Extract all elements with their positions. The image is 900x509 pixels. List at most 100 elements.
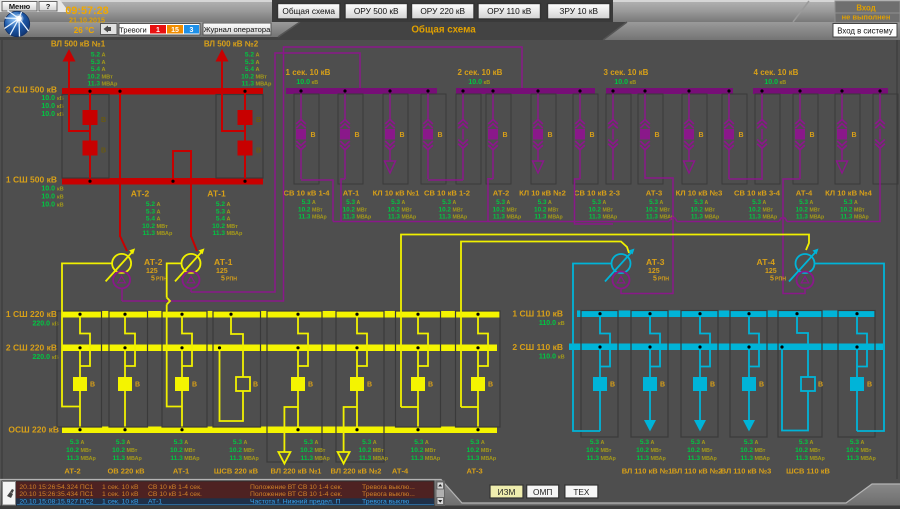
svg-text:10.2: 10.2 bbox=[300, 447, 313, 454]
svg-text:Вход: Вход bbox=[856, 4, 875, 13]
svg-text:ОСШ 220 кВ: ОСШ 220 кВ bbox=[8, 425, 59, 435]
svg-text:11.3: 11.3 bbox=[411, 455, 424, 462]
svg-text:МВАр: МВАр bbox=[102, 82, 118, 88]
svg-text:В: В bbox=[101, 148, 106, 155]
svg-text:МВт: МВт bbox=[861, 448, 872, 454]
svg-text:125: 125 bbox=[216, 268, 228, 275]
svg-text:21.10.2015: 21.10.2015 bbox=[69, 15, 105, 24]
svg-text:В: В bbox=[739, 132, 744, 139]
svg-text:кВ: кВ bbox=[484, 80, 491, 86]
svg-text:ТЕХ: ТЕХ bbox=[573, 487, 590, 497]
svg-text:В: В bbox=[367, 382, 372, 389]
svg-text:5.3: 5.3 bbox=[442, 199, 451, 206]
svg-text:5.3: 5.3 bbox=[146, 208, 155, 215]
svg-text:МВАр: МВАр bbox=[256, 82, 272, 88]
svg-text:2 сек. 10 кВ: 2 сек. 10 кВ bbox=[458, 68, 503, 77]
svg-text:10.0: 10.0 bbox=[41, 202, 55, 209]
svg-text:МВт: МВт bbox=[373, 448, 384, 454]
svg-text:В: В bbox=[428, 382, 433, 389]
svg-text:АТ-3: АТ-3 bbox=[466, 467, 482, 476]
svg-text:11.3: 11.3 bbox=[67, 455, 80, 462]
svg-text:А: А bbox=[651, 440, 655, 446]
svg-text:В: В bbox=[867, 382, 872, 389]
svg-text:5.2: 5.2 bbox=[216, 201, 225, 208]
svg-text:не выполнен: не выполнен bbox=[842, 13, 891, 22]
svg-text:МВт: МВт bbox=[312, 207, 323, 213]
svg-text:МВт: МВт bbox=[184, 448, 195, 454]
svg-text:125: 125 bbox=[648, 268, 660, 275]
svg-text:2 СШ 500 кВ: 2 СШ 500 кВ bbox=[6, 85, 57, 95]
svg-text:ОРУ 220 кВ: ОРУ 220 кВ bbox=[420, 6, 465, 16]
svg-text:А: А bbox=[603, 200, 607, 206]
svg-text:А: А bbox=[102, 60, 106, 66]
svg-text:20.10 15:26:54.324 ПС1: 20.10 15:26:54.324 ПС1 bbox=[19, 484, 93, 491]
svg-text:11.3: 11.3 bbox=[589, 214, 602, 221]
svg-text:5.3: 5.3 bbox=[691, 439, 700, 446]
svg-text:МВАр: МВАр bbox=[810, 456, 826, 462]
svg-text:А: А bbox=[601, 440, 605, 446]
svg-text:А: А bbox=[315, 440, 319, 446]
svg-text:2 СШ 220 кВ: 2 СШ 220 кВ bbox=[6, 343, 57, 353]
svg-text:11.3: 11.3 bbox=[741, 455, 754, 462]
svg-text:125: 125 bbox=[146, 268, 158, 275]
svg-text:11.3: 11.3 bbox=[587, 455, 600, 462]
svg-text:11.3: 11.3 bbox=[796, 455, 809, 462]
svg-text:кВ: кВ bbox=[57, 187, 64, 193]
svg-text:МВАр: МВАр bbox=[854, 215, 869, 221]
svg-text:10.2: 10.2 bbox=[241, 73, 254, 80]
svg-text:3 сек. 10 кВ: 3 сек. 10 кВ bbox=[604, 68, 649, 77]
svg-text:МВт: МВт bbox=[810, 448, 821, 454]
svg-text:10.2: 10.2 bbox=[298, 206, 311, 213]
svg-text:кВ: кВ bbox=[52, 355, 59, 361]
svg-text:5.3: 5.3 bbox=[538, 199, 547, 206]
svg-text:АТ-3: АТ-3 bbox=[646, 257, 665, 267]
svg-text:5.3: 5.3 bbox=[744, 439, 753, 446]
svg-text:5.2: 5.2 bbox=[245, 52, 254, 59]
svg-text:В: В bbox=[488, 382, 493, 389]
svg-text:МВт: МВт bbox=[603, 207, 614, 213]
svg-text:В: В bbox=[610, 382, 615, 389]
svg-text:АТ-1: АТ-1 bbox=[173, 467, 189, 476]
svg-text:А: А bbox=[157, 209, 161, 215]
svg-text:10.2: 10.2 bbox=[846, 447, 859, 454]
svg-text:кВ: кВ bbox=[57, 112, 64, 118]
svg-text:10.2: 10.2 bbox=[212, 223, 225, 230]
svg-text:А: А bbox=[702, 440, 706, 446]
svg-text:11.3: 11.3 bbox=[840, 214, 853, 221]
svg-text:А: А bbox=[755, 440, 759, 446]
svg-text:А: А bbox=[861, 440, 865, 446]
svg-text:10.2: 10.2 bbox=[439, 206, 452, 213]
svg-text:МВт: МВт bbox=[357, 207, 368, 213]
svg-text:МВАр: МВАр bbox=[810, 215, 825, 221]
svg-text:11.3: 11.3 bbox=[467, 455, 480, 462]
svg-text:5.3: 5.3 bbox=[70, 439, 79, 446]
svg-text:МВАр: МВАр bbox=[127, 456, 143, 462]
svg-text:5.4: 5.4 bbox=[146, 216, 155, 223]
svg-text:5: 5 bbox=[770, 276, 774, 283]
svg-text:МВт: МВт bbox=[660, 207, 671, 213]
svg-text:МВАр: МВАр bbox=[227, 231, 243, 237]
svg-text:А: А bbox=[157, 202, 161, 208]
svg-text:10.2: 10.2 bbox=[142, 223, 155, 230]
svg-text:МВт: МВт bbox=[651, 448, 662, 454]
svg-text:26 °C: 26 °C bbox=[74, 26, 95, 35]
svg-text:5.3: 5.3 bbox=[346, 199, 355, 206]
svg-text:В: В bbox=[311, 132, 316, 139]
svg-text:кВ: кВ bbox=[52, 322, 59, 328]
svg-text:А: А bbox=[453, 200, 457, 206]
svg-text:МВт: МВт bbox=[157, 224, 169, 230]
svg-text:11.3: 11.3 bbox=[847, 455, 860, 462]
svg-text:А: А bbox=[705, 200, 709, 206]
svg-text:МВАр: МВАр bbox=[651, 456, 667, 462]
svg-text:1 сек. 10 кВ: 1 сек. 10 кВ bbox=[102, 491, 139, 498]
svg-text:10.0: 10.0 bbox=[41, 103, 55, 110]
svg-text:МВт: МВт bbox=[244, 448, 255, 454]
svg-text:10.0: 10.0 bbox=[41, 111, 55, 118]
svg-text:Положение ВТ СВ 10 1-4 сек.: Положение ВТ СВ 10 1-4 сек. bbox=[250, 491, 343, 498]
svg-text:А: А bbox=[184, 440, 188, 446]
svg-text:А: А bbox=[102, 53, 106, 59]
svg-text:Меню: Меню bbox=[9, 2, 31, 11]
svg-text:МВт: МВт bbox=[702, 448, 713, 454]
svg-text:В: В bbox=[135, 382, 140, 389]
svg-text:11.3: 11.3 bbox=[242, 81, 255, 88]
